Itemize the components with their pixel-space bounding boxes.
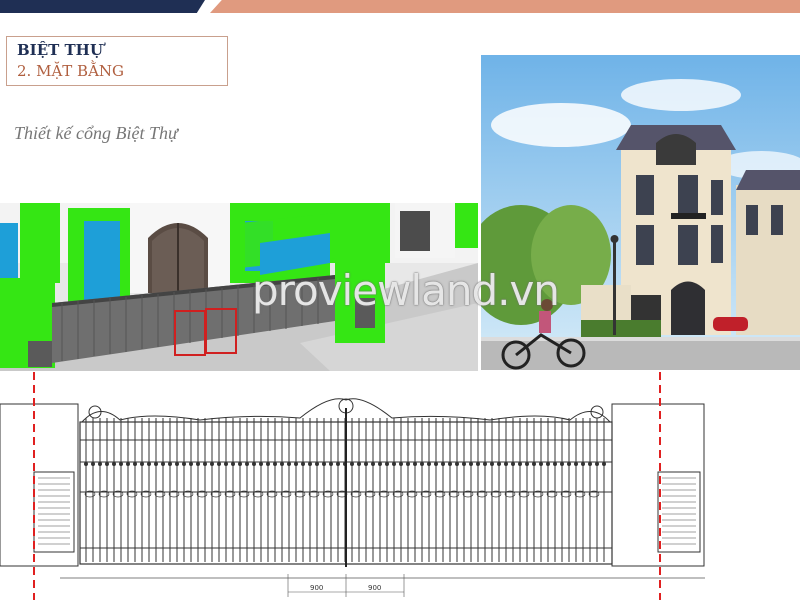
dimension-right: 900	[368, 584, 381, 592]
gate-design-caption: Thiết kế cổng Biệt Thự	[14, 123, 178, 143]
watermark: proviewland.vn	[252, 266, 560, 315]
page-title: BIỆT THỰ	[17, 41, 103, 59]
dimension-left: 900	[310, 584, 323, 592]
title-box: BIỆT THỰ 2. MẶT BẰNG	[6, 36, 228, 86]
page-subtitle: 2. MẶT BẰNG	[17, 62, 125, 80]
top-bar-navy	[0, 0, 205, 13]
villa-photo	[481, 55, 800, 370]
top-bar-salmon	[210, 0, 800, 13]
gate-elevation-drawing: 900 900	[0, 372, 800, 600]
